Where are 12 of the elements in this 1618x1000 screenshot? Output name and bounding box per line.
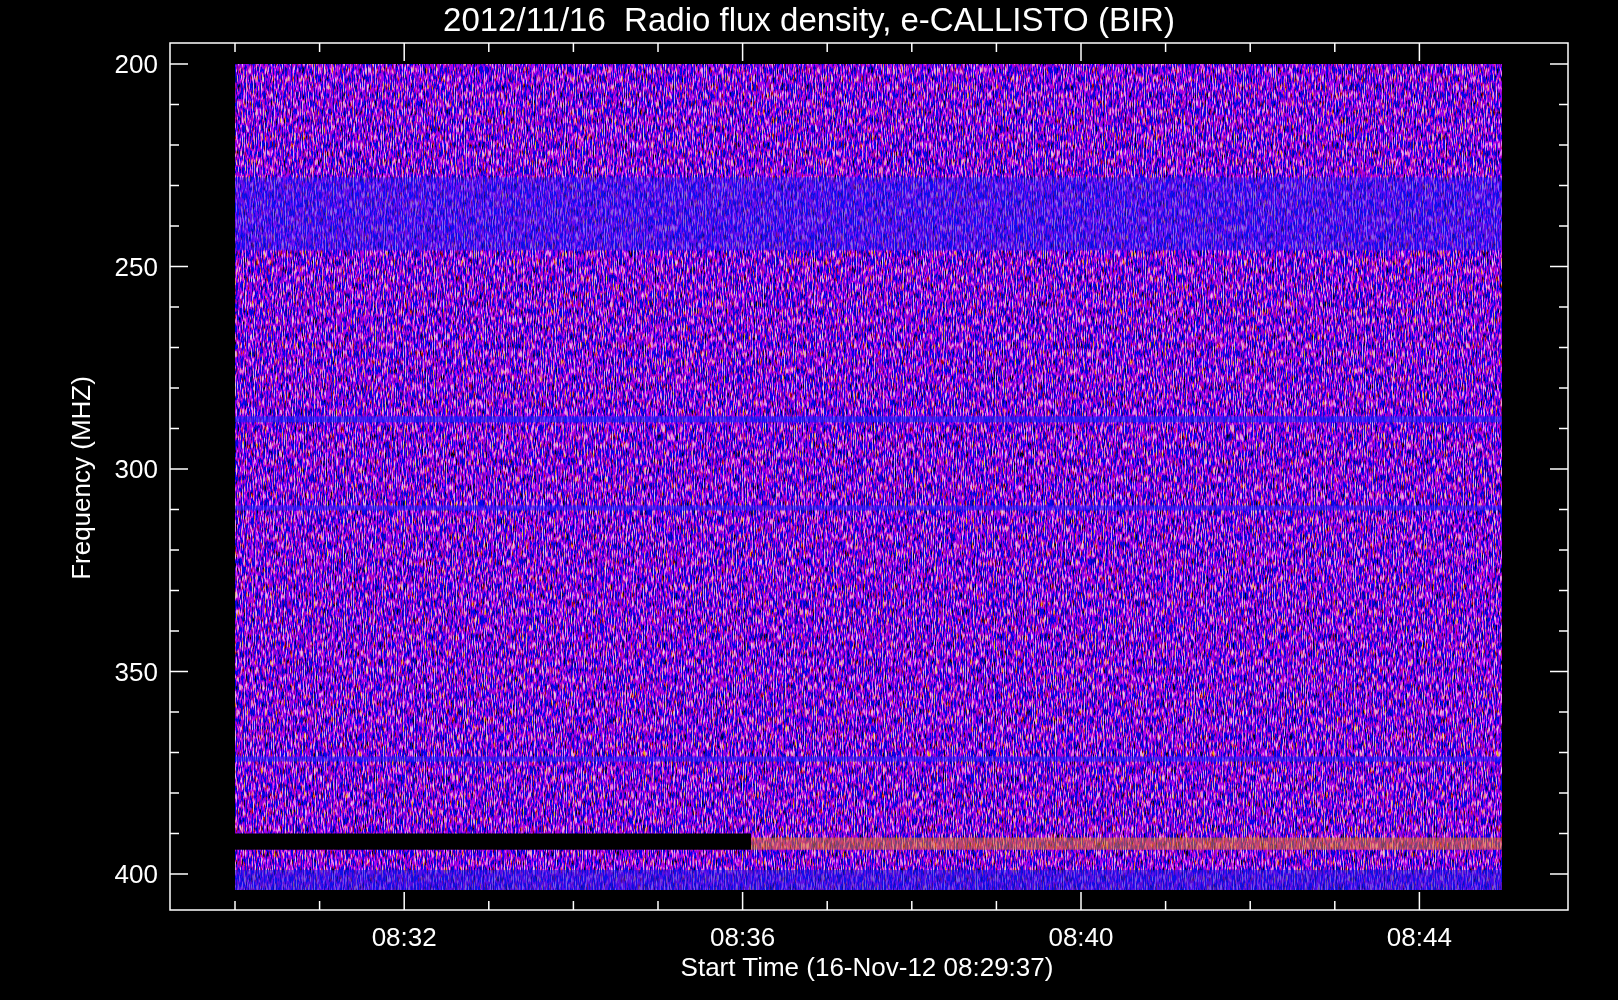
x-tick-label: 08:44: [1386, 922, 1452, 952]
y-tick-label: 300: [114, 454, 158, 484]
x-tick-label: 08:32: [371, 922, 437, 952]
x-axis-label: Start Time (16-Nov-12 08:29:37): [680, 952, 1054, 982]
y-tick-label: 200: [114, 49, 158, 79]
chart-title: 2012/11/16 Radio flux density, e-CALLISTO (BIR): [443, 1, 1175, 38]
y-tick-label: 350: [114, 656, 158, 687]
x-tick-label: 08:40: [1048, 922, 1114, 952]
y-tick-label: 400: [114, 859, 158, 889]
y-axis-label: Frequency (MHZ): [66, 376, 96, 580]
y-tick-label: 250: [114, 251, 158, 282]
x-tick-label: 08:36: [710, 922, 776, 952]
